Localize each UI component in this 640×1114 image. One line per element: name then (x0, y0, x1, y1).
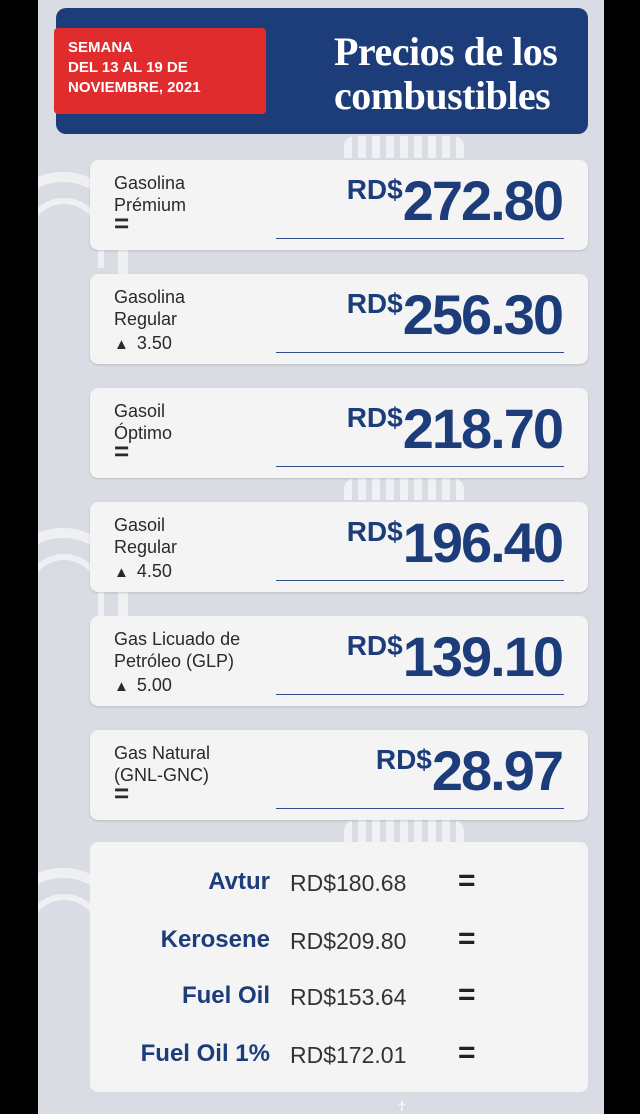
price-amount: 272.80 (402, 169, 564, 232)
fuel-card-gasolina-premium: Gasolina Prémium = RD$272.80 (90, 160, 588, 250)
price-underline (276, 580, 564, 581)
other-fuels-table: Avtur RD$180.68 = Kerosene RD$209.80 = F… (90, 842, 588, 1092)
price-change-unchanged: = (114, 436, 130, 466)
fuel-name-line: Gas Natural (114, 743, 211, 763)
up-triangle-icon: ▲ (114, 678, 129, 695)
fuel-price: RD$153.64 (290, 984, 407, 1010)
price-change-value: 3.50 (136, 333, 172, 353)
up-triangle-icon: ▲ (114, 336, 129, 353)
fuel-label: Fuel Oil (181, 982, 270, 1009)
fuel-price: RD$28.97 (375, 738, 564, 803)
price-underline (276, 238, 564, 239)
price-change: ▲ 3.50 (114, 332, 172, 356)
fuel-name-line: Gasoil (114, 401, 166, 421)
fuel-label: Kerosene (160, 926, 270, 953)
week-line: DEL 13 AL 19 DE (68, 59, 188, 76)
table-row: Kerosene RD$209.80 = (90, 920, 588, 960)
price-underline (276, 808, 564, 809)
currency-symbol: RD$ (346, 516, 403, 547)
table-row: Fuel Oil RD$153.64 = (90, 976, 588, 1016)
fuel-card-glp: Gas Licuado de Petróleo (GLP) ▲ 5.00 RD$1… (90, 616, 588, 706)
currency-symbol: RD$ (346, 174, 403, 205)
dome-decoration (344, 478, 464, 500)
week-line: SEMANA (68, 39, 134, 56)
price-underline (276, 466, 564, 467)
price-amount: 28.97 (431, 739, 564, 802)
fuel-price: RD$180.68 (290, 870, 407, 896)
fuel-name-line: Gasolina (114, 287, 186, 307)
dome-decoration (344, 136, 464, 158)
price-change-unchanged: = (114, 778, 130, 808)
table-row: Avtur RD$180.68 = (90, 862, 588, 902)
fuel-price: RD$139.10 (346, 624, 564, 689)
fuel-card-gasoil-optimo: Gasoil Óptimo = RD$218.70 (90, 388, 588, 478)
price-change-unchanged: = (458, 978, 476, 1011)
price-underline (276, 694, 564, 695)
dome-decoration (344, 820, 464, 842)
fuel-price: RD$172.01 (290, 1042, 407, 1068)
fuel-name-line: Gasolina (114, 173, 186, 193)
fuel-price: RD$272.80 (346, 168, 564, 233)
price-change: ▲ 4.50 (114, 560, 172, 584)
fuel-name-line: Gas Licuado de (114, 629, 241, 649)
fuel-name: Gasoil Regular (114, 514, 177, 558)
fuel-card-gasoil-regular: Gasoil Regular ▲ 4.50 RD$196.40 (90, 502, 588, 592)
fuel-price: RD$196.40 (346, 510, 564, 575)
fuel-label: Fuel Oil 1% (140, 1040, 270, 1067)
price-underline (276, 352, 564, 353)
currency-symbol: RD$ (346, 402, 403, 433)
title-line: combustibles (334, 73, 551, 118)
currency-symbol: RD$ (346, 288, 403, 319)
table-row: Fuel Oil 1% RD$172.01 = (90, 1034, 588, 1074)
price-change-unchanged: = (458, 922, 476, 955)
up-triangle-icon: ▲ (114, 564, 129, 581)
fuel-name-line: Regular (114, 309, 178, 329)
cross-icon: ✝ (396, 1098, 408, 1114)
title-line: Precios de los (334, 29, 558, 74)
price-change-unchanged: = (458, 864, 476, 897)
fuel-name-line: Petróleo (GLP) (114, 651, 235, 671)
week-line: NOVIEMBRE, 2021 (68, 79, 201, 96)
fuel-price: RD$209.80 (290, 928, 407, 954)
currency-symbol: RD$ (375, 744, 432, 775)
fuel-card-gas-natural: Gas Natural (GNL-GNC) = RD$28.97 (90, 730, 588, 820)
price-change-value: 5.00 (136, 675, 172, 695)
fuel-name-line: Gasoil (114, 515, 166, 535)
fuel-label: Avtur (208, 868, 270, 895)
price-change-unchanged: = (458, 1036, 476, 1069)
fuel-name: Gas Licuado de Petróleo (GLP) (114, 628, 240, 672)
price-amount: 218.70 (402, 397, 564, 460)
fuel-name: Gasolina Regular (114, 286, 185, 330)
currency-symbol: RD$ (346, 630, 403, 661)
price-change-value: 4.50 (136, 561, 172, 581)
price-amount: 196.40 (402, 511, 564, 574)
fuel-card-gasolina-regular: Gasolina Regular ▲ 3.50 RD$256.30 (90, 274, 588, 364)
price-change-unchanged: = (114, 208, 130, 238)
price-amount: 139.10 (402, 625, 564, 688)
page-title: Precios de los combustibles (334, 30, 634, 118)
fuel-name-line: Regular (114, 537, 178, 557)
fuel-price: RD$218.70 (346, 396, 564, 461)
week-badge: SEMANA DEL 13 AL 19 DE NOVIEMBRE, 2021 (54, 28, 266, 114)
price-change: ▲ 5.00 (114, 674, 172, 698)
fuel-price: RD$256.30 (346, 282, 564, 347)
price-amount: 256.30 (402, 283, 564, 346)
